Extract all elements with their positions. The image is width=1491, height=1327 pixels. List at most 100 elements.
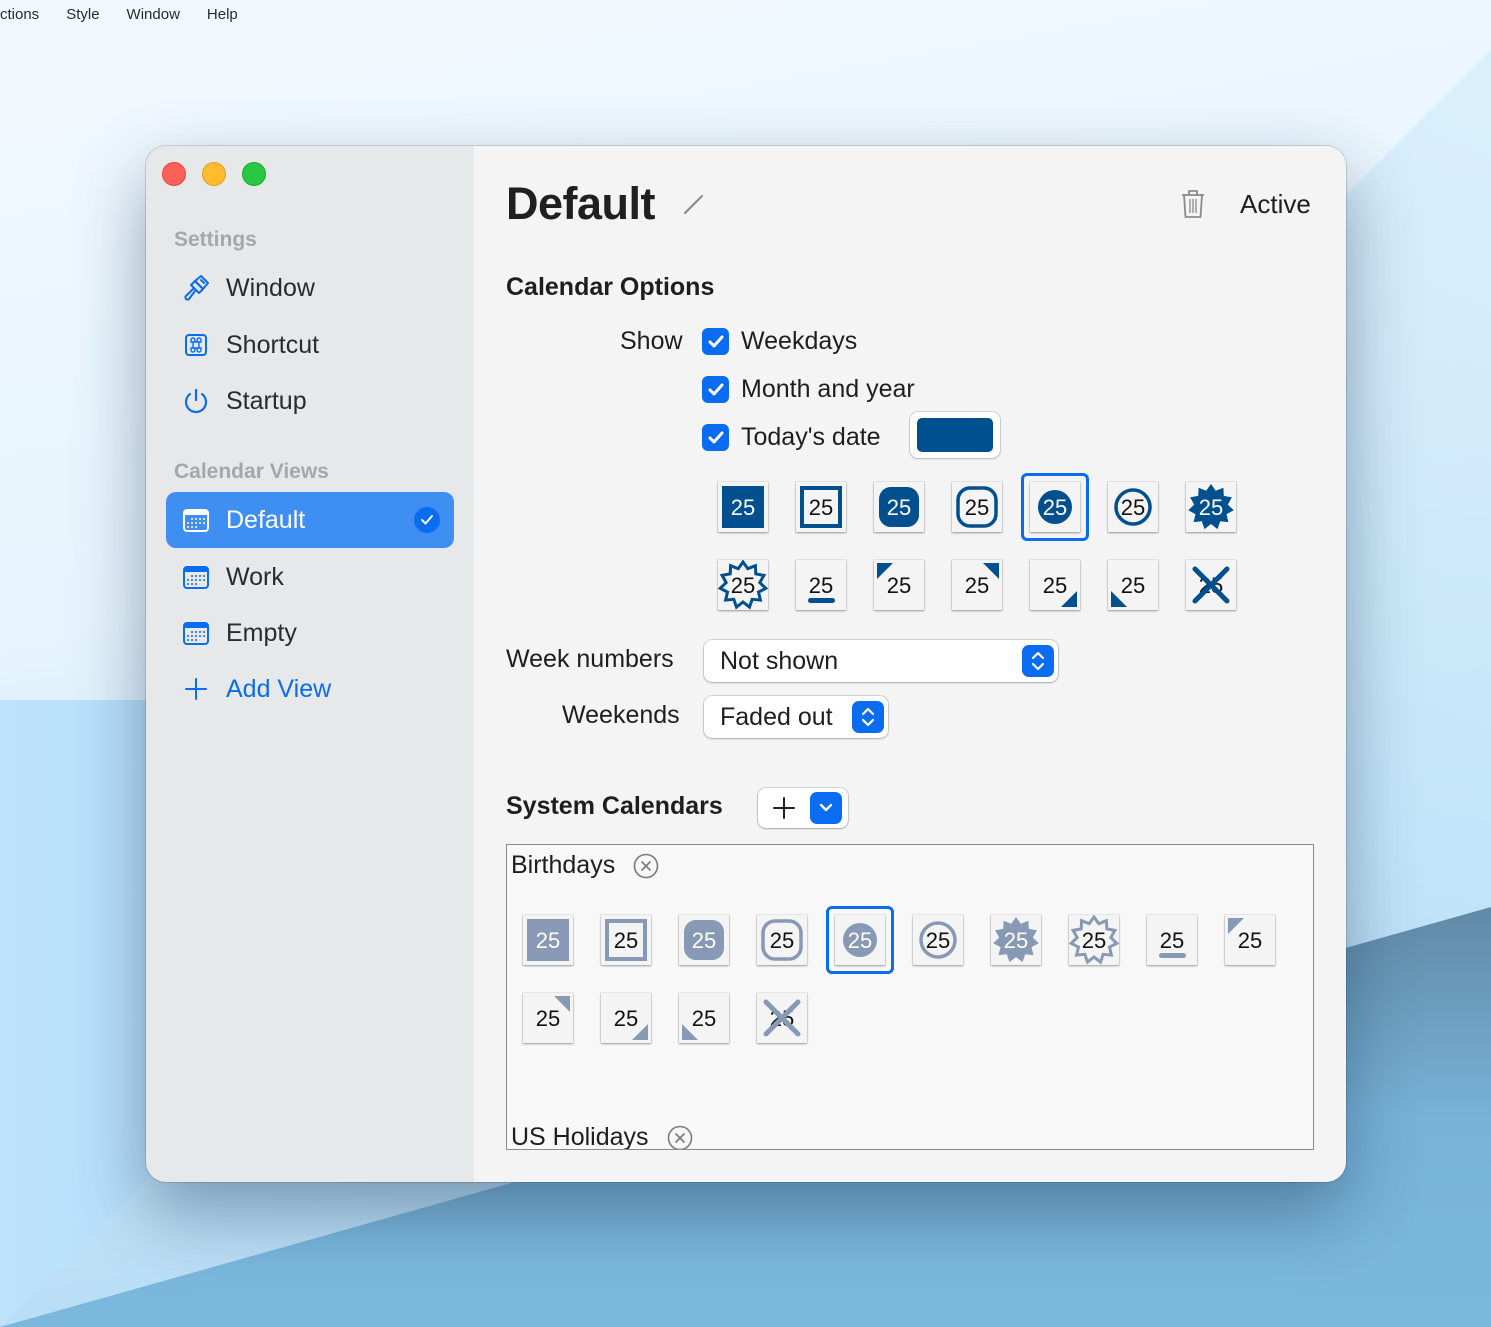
style-option-cross[interactable]: 25 [757, 993, 807, 1043]
week-numbers-label: Week numbers [506, 645, 674, 673]
sidebar-item-shortcut[interactable]: Shortcut [166, 317, 454, 373]
todays-date-label: Today's date [741, 423, 881, 451]
filled-circle-icon: 25 [843, 923, 877, 957]
style-option-outlined-star[interactable]: 25 [718, 560, 768, 610]
style-option-filled-circle[interactable]: 25 [826, 906, 894, 974]
month-year-checkbox[interactable] [702, 376, 729, 403]
style-option-filled-square[interactable]: 25 [523, 915, 573, 965]
cross-icon: 25 [1192, 566, 1230, 604]
style-option-corner-bottom-right[interactable]: 25 [601, 993, 651, 1043]
settings-section-header: Settings [174, 228, 257, 251]
corner-top-right-icon: 25 [536, 996, 570, 1031]
sidebar-item-window[interactable]: Window [166, 260, 454, 316]
sidebar-item-startup[interactable]: Startup [166, 373, 454, 429]
close-window-button[interactable] [162, 162, 186, 186]
menu-item-actions[interactable]: ctions [0, 6, 39, 23]
outlined-circle-icon: 25 [919, 921, 957, 959]
add-view-button[interactable]: Add View [166, 661, 454, 717]
weekdays-checkbox[interactable] [702, 328, 729, 355]
style-option-filled-square[interactable]: 25 [718, 482, 768, 532]
corner-bottom-left-icon: 25 [1111, 573, 1145, 607]
paintbrush-icon [182, 274, 210, 302]
style-option-filled-circle[interactable]: 25 [1021, 473, 1089, 541]
style-option-outlined-square[interactable]: 25 [601, 915, 651, 965]
svg-text:25: 25 [1238, 928, 1262, 953]
svg-text:25: 25 [770, 928, 794, 953]
filled-square-icon: 25 [527, 919, 569, 961]
style-option-corner-top-right[interactable]: 25 [952, 560, 1002, 610]
svg-text:25: 25 [1160, 928, 1184, 953]
weekdays-option[interactable]: Weekdays [702, 327, 857, 356]
remove-calendar-button[interactable] [633, 853, 659, 879]
delete-view-button[interactable] [1180, 189, 1206, 224]
style-option-corner-top-left[interactable]: 25 [874, 560, 924, 610]
style-option-outlined-square[interactable]: 25 [796, 482, 846, 532]
style-option-filled-rounded[interactable]: 25 [874, 482, 924, 532]
pencil-icon [684, 195, 703, 214]
style-option-filled-rounded[interactable]: 25 [679, 915, 729, 965]
style-option-underline[interactable]: 25 [796, 560, 846, 610]
weekends-select[interactable]: Faded out [704, 696, 888, 738]
svg-text:25: 25 [965, 573, 989, 598]
style-option-corner-top-right[interactable]: 25 [523, 993, 573, 1043]
menu-item-help[interactable]: Help [207, 6, 238, 23]
add-calendar-button[interactable] [764, 797, 804, 819]
show-label: Show [620, 327, 683, 355]
calendar-views-section-header: Calendar Views [174, 460, 329, 483]
style-option-outlined-circle[interactable]: 25 [913, 915, 963, 965]
svg-text:25: 25 [1121, 573, 1145, 598]
todays-date-checkbox[interactable] [702, 424, 729, 451]
sidebar-item-empty[interactable]: Empty [166, 605, 454, 661]
sidebar-item-work[interactable]: Work [166, 549, 454, 605]
style-option-filled-star[interactable]: 25 [1186, 482, 1236, 532]
style-option-underline[interactable]: 25 [1147, 915, 1197, 965]
plus-icon [182, 675, 210, 703]
style-option-filled-star[interactable]: 25 [991, 915, 1041, 965]
edit-title-button[interactable] [682, 192, 706, 221]
window-controls [162, 162, 266, 186]
minimize-window-button[interactable] [202, 162, 226, 186]
style-option-corner-bottom-right[interactable]: 25 [1030, 560, 1080, 610]
svg-text:25: 25 [1121, 495, 1145, 520]
sidebar-item-label: Empty [226, 618, 297, 647]
remove-calendar-button[interactable] [667, 1125, 693, 1149]
add-calendar-control [758, 788, 848, 828]
svg-text:25: 25 [1043, 495, 1067, 520]
corner-bottom-right-icon: 25 [1043, 573, 1077, 607]
style-option-outlined-rounded[interactable]: 25 [952, 482, 1002, 532]
style-option-outlined-circle[interactable]: 25 [1108, 482, 1158, 532]
outlined-rounded-icon: 25 [956, 486, 998, 528]
svg-text:25: 25 [887, 495, 911, 520]
sidebar-item-default[interactable]: Default [166, 492, 454, 548]
calendar-icon [182, 563, 210, 591]
menu-item-style[interactable]: Style [66, 6, 99, 23]
svg-text:25: 25 [692, 928, 716, 953]
weekends-label: Weekends [562, 701, 680, 729]
filled-rounded-icon: 25 [684, 920, 724, 960]
style-option-corner-top-left[interactable]: 25 [1225, 915, 1275, 965]
today-color-well[interactable] [910, 412, 1000, 458]
system-calendars-list[interactable]: Birthdays 25 25 25 25 25 25 25 25 25 25 25 25 25 25 U… [506, 844, 1314, 1150]
calendar-us-holidays-header: US Holidays [511, 1123, 693, 1149]
active-checkmark-icon [414, 507, 440, 533]
style-option-cross[interactable]: 25 [1186, 560, 1236, 610]
todays-date-option[interactable]: Today's date [702, 423, 881, 452]
week-numbers-select[interactable]: Not shown [704, 640, 1058, 682]
page-title: Default [506, 178, 656, 229]
underline-icon: 25 [1159, 928, 1186, 958]
corner-top-left-icon: 25 [1228, 918, 1262, 953]
month-year-option[interactable]: Month and year [702, 375, 915, 404]
add-calendar-menu-button[interactable] [810, 792, 842, 824]
svg-text:25: 25 [1199, 495, 1223, 520]
circle-x-icon [667, 1125, 692, 1149]
style-option-corner-bottom-left[interactable]: 25 [1108, 560, 1158, 610]
zoom-window-button[interactable] [242, 162, 266, 186]
corner-bottom-left-icon: 25 [682, 1006, 716, 1040]
calendar-options-heading: Calendar Options [506, 273, 715, 301]
style-option-corner-bottom-left[interactable]: 25 [679, 993, 729, 1043]
svg-text:25: 25 [536, 928, 560, 953]
style-option-outlined-star[interactable]: 25 [1069, 915, 1119, 965]
outlined-star-icon: 25 [1069, 915, 1119, 965]
style-option-outlined-rounded[interactable]: 25 [757, 915, 807, 965]
menu-item-window[interactable]: Window [127, 6, 180, 23]
